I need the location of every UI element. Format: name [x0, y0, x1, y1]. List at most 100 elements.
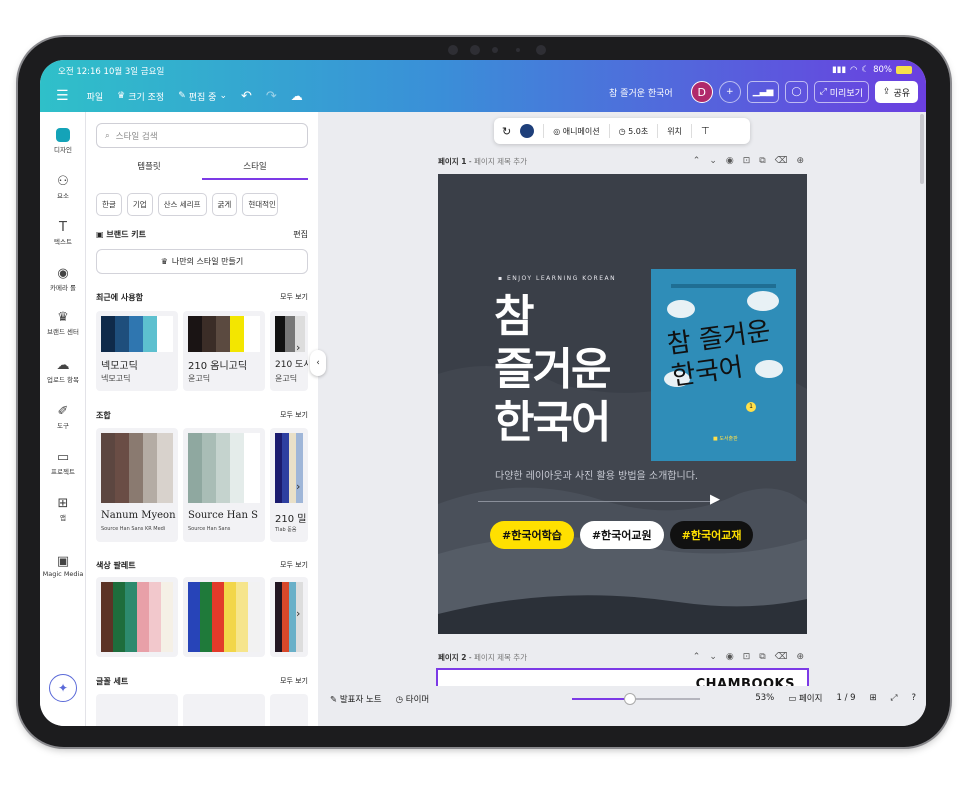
sidebar-item-tools[interactable]: ✐ 도구 — [40, 404, 86, 430]
page-2-title[interactable]: 페이지 2 - 페이지 제목 추가 — [438, 652, 527, 663]
help-icon[interactable]: ? — [911, 693, 916, 703]
palette-1-swatches — [101, 582, 173, 652]
see-all-palette[interactable]: 모두 보기 — [280, 560, 308, 571]
moon-icon: ☾ — [861, 65, 870, 75]
tag-korean-teacher[interactable]: #한국어교원 — [579, 521, 664, 549]
sidebar-item-elements[interactable]: ⚇ 요소 — [40, 174, 86, 200]
comment-button[interactable]: ◯ — [785, 81, 808, 103]
presenter-notes-button[interactable]: ✎ 발표자 노트 — [330, 693, 382, 705]
see-all-font-sets[interactable]: 모두 보기 — [280, 676, 308, 687]
chevron-right-icon[interactable]: › — [296, 607, 300, 620]
crown-icon: ♛ — [117, 91, 126, 101]
chip-sans-serif[interactable]: 산스 세리프 — [157, 193, 207, 216]
palette-card-1[interactable] — [96, 577, 178, 657]
font-set-card-3[interactable] — [270, 694, 308, 726]
zoom-slider[interactable] — [572, 693, 700, 705]
collapse-panel-button[interactable]: ‹ — [310, 350, 326, 376]
lock-icon[interactable]: ⊡ — [743, 652, 751, 663]
font-set-card-1[interactable] — [96, 694, 178, 726]
combo-card-2[interactable]: Source Han S Source Han Sans — [183, 428, 265, 542]
combo-card-3[interactable]: 210 밀 Tlab 돋움 › — [270, 428, 308, 542]
document-title[interactable]: 참 즐거운 한국어 — [609, 86, 673, 99]
lock-icon[interactable]: ⊡ — [743, 156, 751, 167]
sidebar-item-camera-roll[interactable]: ◉ 카메라 롤 — [40, 266, 86, 292]
sidebar-item-apps[interactable]: ⊞ 앱 — [40, 496, 86, 522]
hamburger-icon[interactable]: ☰ — [56, 88, 69, 104]
fullscreen-icon[interactable]: ⤢ — [891, 693, 898, 703]
recent-style-card-1[interactable]: 넥모고딕 넥모고딕 — [96, 311, 178, 391]
duration-button[interactable]: ◷ 5.0초 — [619, 126, 649, 137]
animation-button[interactable]: ◎ 애니메이션 — [553, 126, 599, 137]
canvas-scrollbar[interactable] — [920, 114, 924, 184]
font-set-card-2[interactable] — [183, 694, 265, 726]
trash-icon[interactable]: ⌫ — [775, 652, 788, 663]
visibility-icon[interactable]: ◉ — [726, 156, 734, 167]
color-swatch-button[interactable] — [520, 124, 535, 138]
resize-menu[interactable]: ♛ 크기 조정 — [117, 90, 164, 103]
palette-card-3[interactable]: › — [270, 577, 308, 657]
position-button[interactable]: 위치 — [667, 126, 682, 137]
chip-modern[interactable]: 현대적인 — [242, 193, 279, 216]
insights-button[interactable]: ▁▃▅ — [746, 81, 780, 103]
share-button[interactable]: ⇪ 공유 — [874, 81, 918, 103]
sidebar-item-uploads[interactable]: ☁ 업로드 항목 — [40, 358, 86, 384]
duplicate-icon[interactable]: ⧉ — [759, 156, 765, 167]
replace-icon[interactable]: ↻ — [502, 125, 511, 138]
sidebar-item-text[interactable]: T 텍스트 — [40, 220, 86, 246]
recent-style-card-3[interactable]: 210 도시 윤고딕 › — [270, 311, 308, 391]
add-page-icon[interactable]: ⊕ — [796, 156, 804, 167]
add-page-icon[interactable]: ⊕ — [796, 652, 804, 663]
sidebar-item-projects[interactable]: ▭ 프로젝트 — [40, 450, 86, 476]
visibility-icon[interactable]: ◉ — [726, 652, 734, 663]
book-publisher: ■ 도서출판 — [713, 436, 738, 442]
style-search-input[interactable]: ⌕ 스타일 검색 — [96, 123, 308, 148]
magic-sparkle-button[interactable]: ✦ — [49, 674, 77, 702]
edit-mode-menu[interactable]: ✎ 편집 중 ⌄ — [178, 90, 227, 103]
undo-button[interactable]: ↶ — [241, 89, 252, 104]
duplicate-icon[interactable]: ⧉ — [759, 652, 765, 663]
cloud-save-icon[interactable]: ☁ — [291, 89, 303, 103]
redo-button[interactable]: ↷ — [266, 89, 277, 104]
pages-button[interactable]: ▭ 페이지 — [788, 692, 822, 704]
preview-button[interactable]: ⤢ 미리보기 — [813, 81, 869, 103]
tag-korean-textbook[interactable]: #한국어교재 — [669, 521, 754, 549]
see-all-combination[interactable]: 모두 보기 — [280, 410, 308, 421]
trash-icon[interactable]: ⌫ — [775, 156, 788, 167]
combo-card-1[interactable]: Nanum Myeon Source Han Sans KR Medi — [96, 428, 178, 542]
sidebar-item-magic-media[interactable]: ▣ Magic Media — [40, 554, 86, 578]
file-menu[interactable]: 파일 — [87, 90, 104, 103]
brand-kit-edit-link[interactable]: 편집 — [293, 229, 308, 240]
paint-roller-icon[interactable]: ⊤ — [701, 126, 710, 137]
notes-icon: ✎ — [330, 695, 340, 705]
styles-panel: ⌕ 스타일 검색 템플릿 스타일 한글 기업 산스 세리프 굵게 현대적인 ▣ … — [86, 112, 318, 726]
add-collaborator-button[interactable]: + — [718, 81, 741, 103]
chip-business[interactable]: 기업 — [126, 193, 153, 216]
wifi-icon: ◠ — [850, 65, 858, 75]
chevron-up-icon[interactable]: ⌃ — [693, 652, 701, 663]
chevron-down-icon[interactable]: ⌄ — [709, 156, 717, 167]
chevron-right-icon[interactable]: › — [296, 341, 300, 354]
chip-korean[interactable]: 한글 — [96, 193, 122, 216]
grid-view-icon[interactable]: ⊞ — [870, 693, 877, 703]
tab-templates[interactable]: 템플릿 — [96, 156, 202, 180]
page-1-title[interactable]: 페이지 1 - 페이지 제목 추가 — [438, 156, 527, 167]
zoom-slider-handle[interactable] — [623, 693, 636, 705]
sidebar-item-brand[interactable]: ♛ 브랜드 센터 — [40, 310, 86, 336]
timer-button[interactable]: ◷ 타이머 — [396, 693, 430, 705]
zoom-level[interactable]: 53% — [755, 693, 774, 703]
slide-canvas[interactable]: ▪ ENJOY LEARNING KOREAN 참 즐거운 한국어 참 즐거운 … — [438, 174, 807, 634]
tab-styles[interactable]: 스타일 — [202, 156, 308, 180]
chevron-right-icon[interactable]: › — [296, 480, 300, 493]
app-screen: 오전 12:16 10월 3일 금요일 ▮▮▮ ◠ ☾ 80% ☰ 파일 ♛ 크기… — [40, 60, 926, 726]
make-style-button[interactable]: ♛ 나만의 스타일 만들기 — [96, 249, 308, 274]
tag-korean-learning[interactable]: #한국어학습 — [490, 521, 574, 549]
sidebar-item-design[interactable]: 디자인 — [40, 128, 86, 154]
recent-style-card-2[interactable]: 210 옴니고딕 윤고딕 — [183, 311, 265, 391]
chevron-down-icon[interactable]: ⌄ — [709, 652, 717, 663]
chevron-up-icon[interactable]: ⌃ — [693, 156, 701, 167]
chip-bold[interactable]: 굵게 — [211, 193, 238, 216]
palette-card-2[interactable] — [183, 577, 265, 657]
book-cover-image: 참 즐거운 한국어 1 ■ 도서출판 — [651, 269, 796, 461]
avatar[interactable]: D — [690, 81, 713, 103]
see-all-recent[interactable]: 모두 보기 — [280, 292, 308, 303]
